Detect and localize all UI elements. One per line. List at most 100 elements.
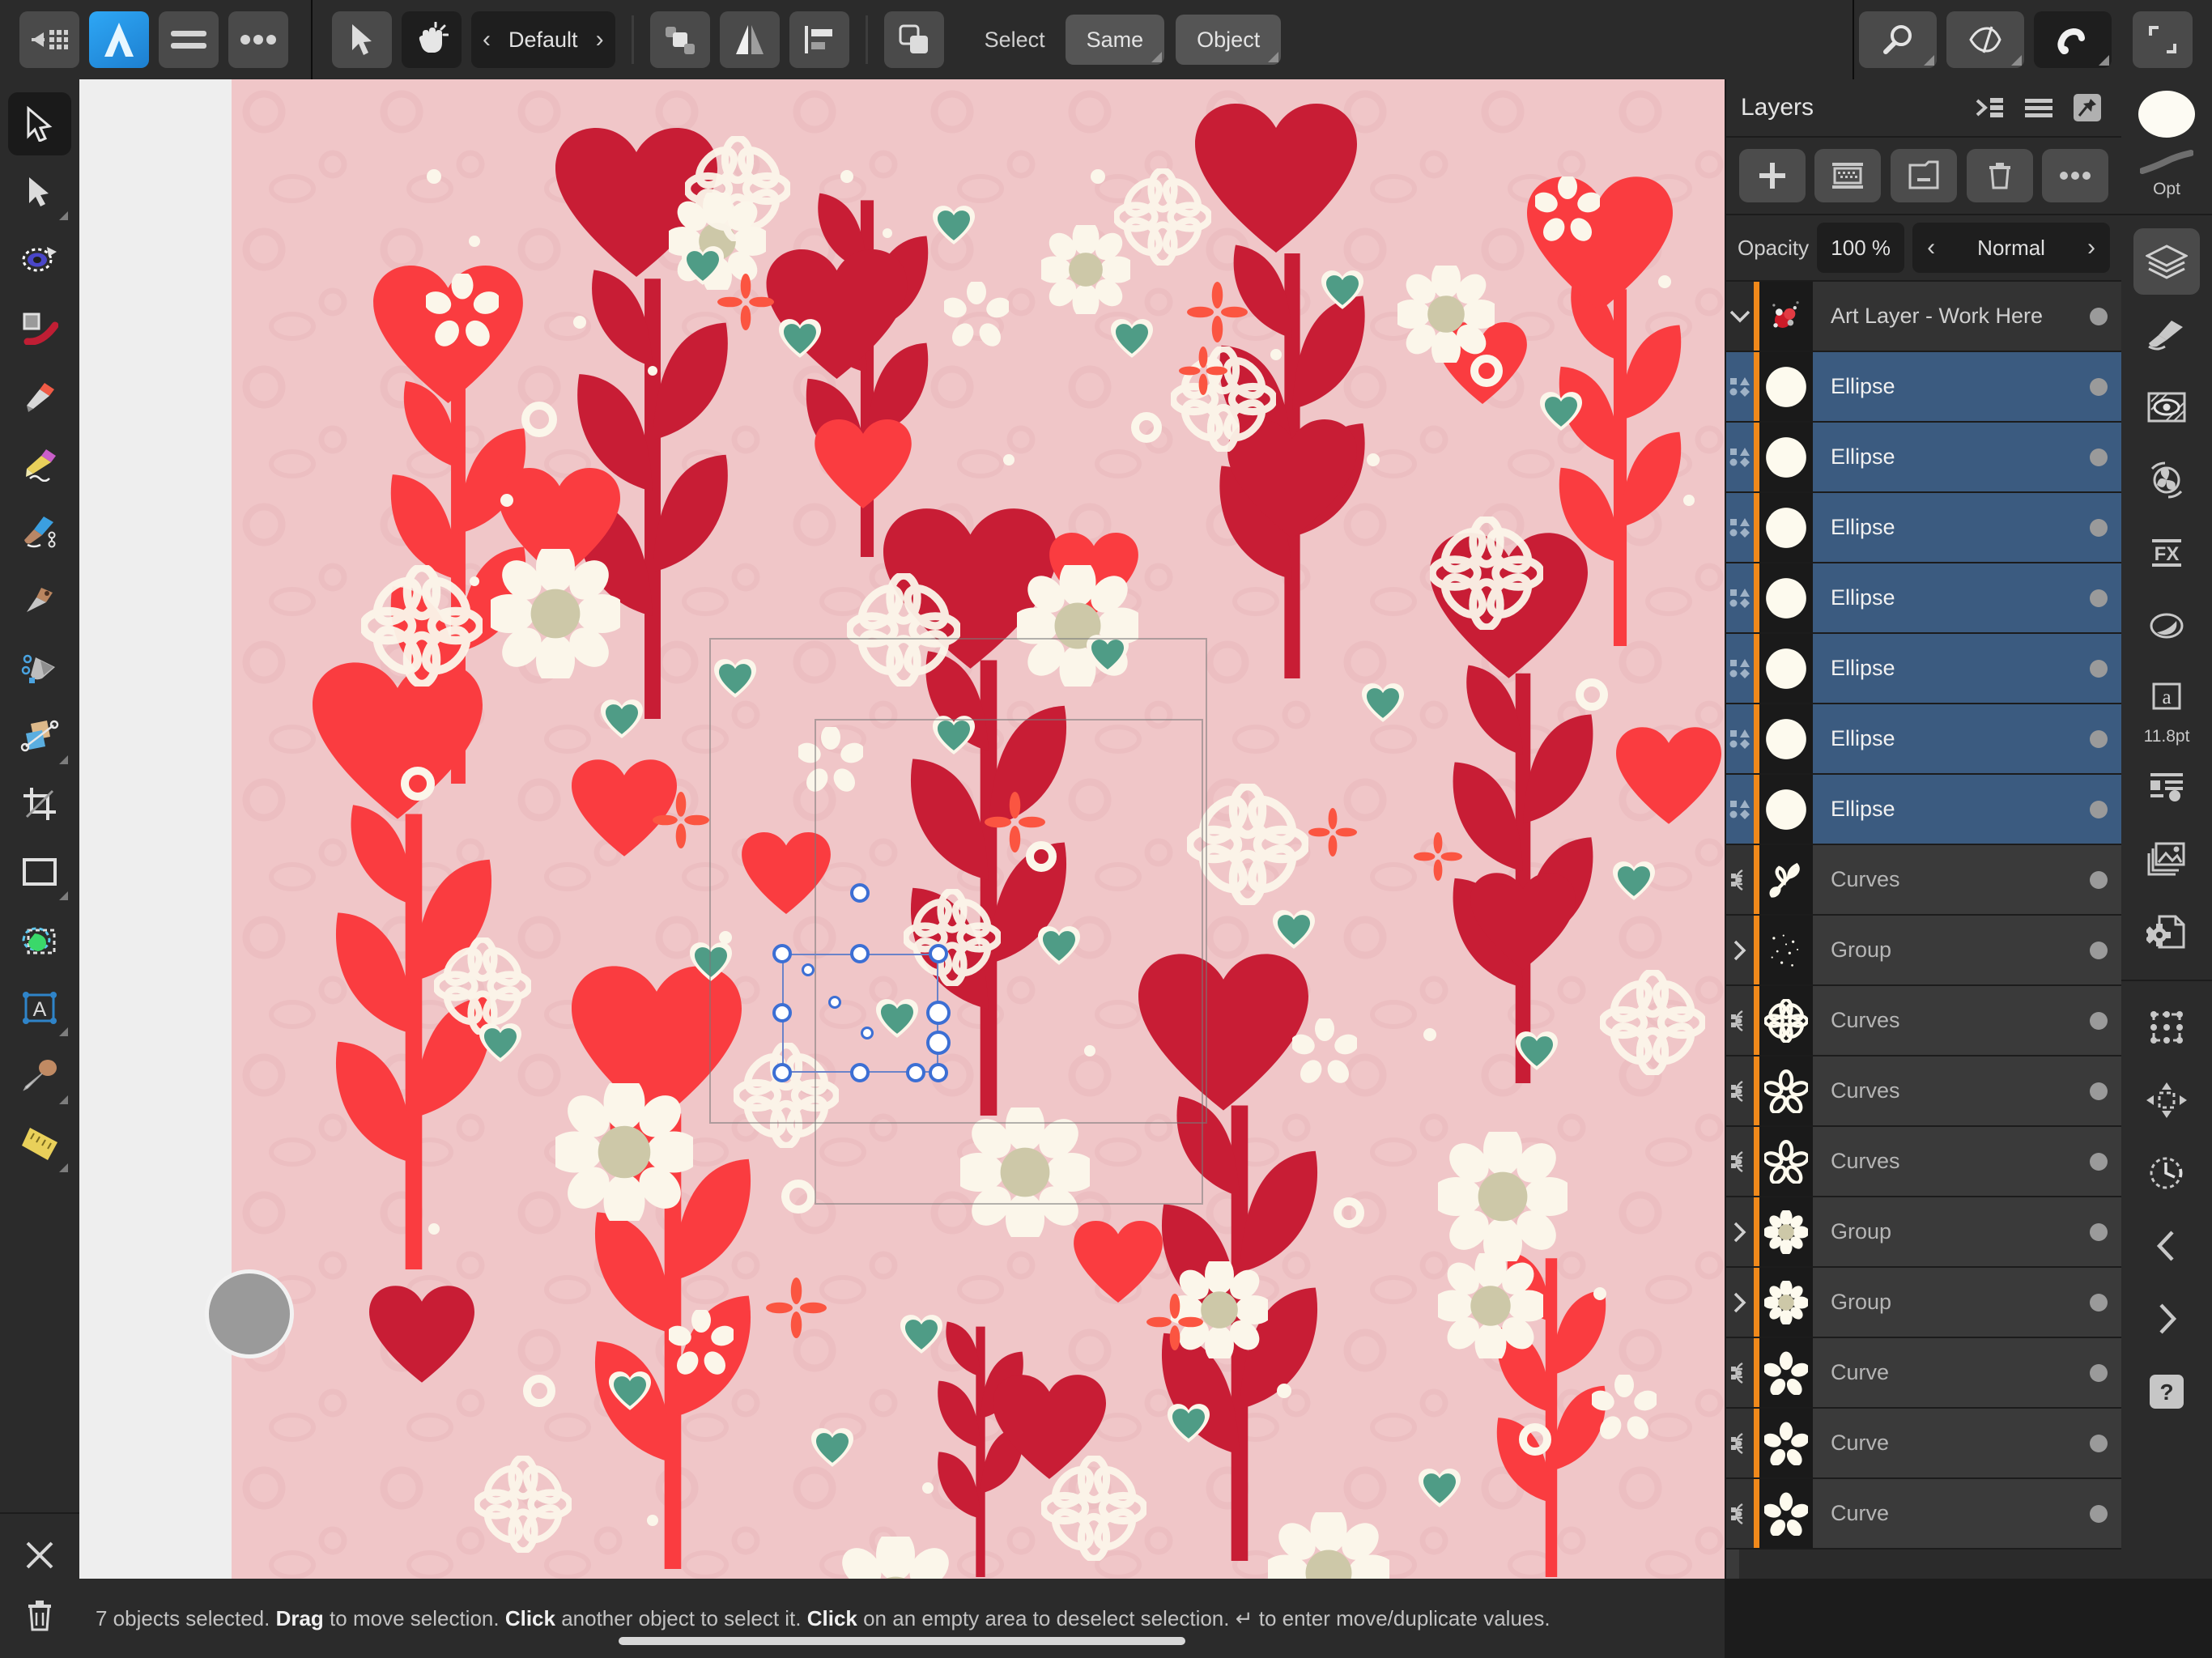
layer-options-button[interactable]: [2042, 149, 2109, 202]
back-to-documents-button[interactable]: [19, 11, 79, 68]
adjustment-panel-icon[interactable]: [2133, 593, 2200, 659]
add-layer-button[interactable]: [1738, 149, 1806, 202]
layer-expander-curve-icon[interactable]: [1726, 1409, 1754, 1477]
flip-button[interactable]: [719, 11, 780, 68]
tool-colour-picker[interactable]: [8, 1044, 71, 1107]
stroke-swatch[interactable]: [2133, 139, 2200, 185]
layer-expander-curve-icon[interactable]: [1726, 986, 1754, 1055]
selection-handle-b-extra[interactable]: [906, 1063, 925, 1082]
canvas-viewport[interactable]: [79, 79, 1725, 1579]
add-mask-button[interactable]: [1890, 149, 1957, 202]
character-panel-icon[interactable]: a: [2133, 665, 2200, 732]
menu-button[interactable]: [159, 11, 219, 68]
layer-row[interactable]: Ellipse: [1726, 704, 2121, 775]
layer-expander-shapes-icon[interactable]: [1726, 493, 1754, 562]
layer-visibility-toggle[interactable]: [2076, 845, 2121, 914]
layer-name[interactable]: Ellipse: [1813, 493, 2076, 562]
layer-row[interactable]: Curves: [1726, 1056, 2121, 1127]
layer-name[interactable]: Group: [1813, 1268, 2076, 1337]
layer-visibility-toggle[interactable]: [2076, 775, 2121, 844]
layer-visibility-toggle[interactable]: [2076, 282, 2121, 351]
preset-next-icon[interactable]: ›: [596, 26, 604, 53]
tool-artistic-text[interactable]: A: [8, 976, 71, 1039]
transform-panel-icon[interactable]: [2133, 994, 2200, 1061]
layer-name[interactable]: Curve: [1813, 1409, 2076, 1477]
layer-visibility-toggle[interactable]: [2076, 1479, 2121, 1548]
layer-expander-curve-icon[interactable]: [1726, 845, 1754, 914]
layer-visibility-toggle[interactable]: [2076, 704, 2121, 773]
designer-persona-button[interactable]: [89, 11, 149, 68]
delete-layer-button[interactable]: [1966, 149, 2033, 202]
tool-selection-brush[interactable]: [8, 908, 71, 971]
layer-visibility-toggle[interactable]: [2076, 634, 2121, 703]
layer-expander-shapes-icon[interactable]: [1726, 352, 1754, 421]
tool-pencil[interactable]: [8, 432, 71, 495]
tool-point-transform[interactable]: [8, 228, 71, 291]
layer-row[interactable]: Art Layer - Work Here: [1726, 282, 2121, 352]
more-options-button[interactable]: [228, 11, 288, 68]
home-indicator[interactable]: [619, 1637, 1185, 1645]
colour-panel-icon[interactable]: [2133, 447, 2200, 513]
selection-handle-tl[interactable]: [772, 944, 792, 963]
move-tool-button[interactable]: [332, 11, 392, 68]
selection-handle-mr[interactable]: [926, 1001, 951, 1025]
layer-expander-chevron-right-icon[interactable]: [1726, 916, 1754, 984]
brushes-panel-icon[interactable]: [2133, 301, 2200, 368]
zoom-tool-button[interactable]: [1859, 11, 1937, 68]
layer-visibility-toggle[interactable]: [2076, 916, 2121, 984]
tool-preset-selector[interactable]: ‹ Default ›: [471, 11, 615, 68]
blend-mode-selector[interactable]: ‹ Normal ›: [1912, 223, 2110, 273]
move-panel-icon[interactable]: [2133, 1067, 2200, 1133]
layer-row[interactable]: Ellipse: [1726, 775, 2121, 845]
tool-corner[interactable]: [8, 296, 71, 359]
selection-handle-ml[interactable]: [772, 1003, 792, 1022]
layer-name[interactable]: Ellipse: [1813, 634, 2076, 703]
layer-name[interactable]: Curves: [1813, 1127, 2076, 1196]
undo-icon[interactable]: [2133, 1213, 2200, 1279]
layer-visibility-toggle[interactable]: [2076, 1056, 2121, 1125]
view-mode-button[interactable]: [1946, 11, 2024, 68]
layer-expander-shapes-icon[interactable]: [1726, 563, 1754, 632]
trash-icon[interactable]: [23, 1597, 56, 1633]
geometry-boolean-button[interactable]: [649, 11, 710, 68]
layer-expander-chevron-right-icon[interactable]: [1726, 1268, 1754, 1337]
tool-move[interactable]: [8, 92, 71, 155]
redo-icon[interactable]: [2133, 1286, 2200, 1352]
snapping-button[interactable]: [2034, 11, 2112, 68]
document-setup-icon[interactable]: [2133, 899, 2200, 965]
layer-row[interactable]: Group: [1726, 916, 2121, 986]
selection-handle-tm[interactable]: [850, 944, 870, 963]
layer-row[interactable]: Curves: [1726, 845, 2121, 916]
tool-node[interactable]: [8, 160, 71, 223]
touch-gesture-tool-button[interactable]: [402, 11, 462, 68]
layer-row[interactable]: Curves: [1726, 1127, 2121, 1197]
layer-expander-shapes-icon[interactable]: [1726, 775, 1754, 844]
duplicate-button[interactable]: [883, 11, 944, 68]
help-icon[interactable]: ?: [2133, 1358, 2200, 1425]
layer-row[interactable]: Ellipse: [1726, 423, 2121, 493]
layer-name[interactable]: Curves: [1813, 845, 2076, 914]
layer-row[interactable]: Ellipse: [1726, 634, 2121, 704]
artboard[interactable]: [232, 79, 1725, 1579]
align-button[interactable]: [789, 11, 849, 68]
canvas-rotation-handle[interactable]: [205, 1269, 294, 1358]
effects-preview-panel-icon[interactable]: [2133, 374, 2200, 440]
add-pixel-layer-button[interactable]: [1814, 149, 1882, 202]
layer-visibility-toggle[interactable]: [2076, 1127, 2121, 1196]
tool-gradient[interactable]: [8, 704, 71, 767]
fill-swatch[interactable]: [2138, 91, 2195, 138]
fx-panel-icon[interactable]: FX: [2133, 520, 2200, 586]
history-panel-icon[interactable]: [2133, 1140, 2200, 1206]
layer-expander-chevron-down-icon[interactable]: [1726, 282, 1754, 351]
layer-row[interactable]: Ellipse: [1726, 493, 2121, 563]
layer-visibility-toggle[interactable]: [2076, 493, 2121, 562]
layer-visibility-toggle[interactable]: [2076, 423, 2121, 491]
fullscreen-button[interactable]: [2133, 11, 2193, 68]
selection-node-c[interactable]: [861, 1027, 874, 1039]
layer-name[interactable]: Curves: [1813, 1056, 2076, 1125]
layer-expander-curve-icon[interactable]: [1726, 1479, 1754, 1548]
tool-vector-brush[interactable]: [8, 500, 71, 563]
tool-rectangle[interactable]: [8, 840, 71, 903]
layer-name[interactable]: Ellipse: [1813, 704, 2076, 773]
opacity-field[interactable]: 100 %: [1817, 223, 1905, 273]
